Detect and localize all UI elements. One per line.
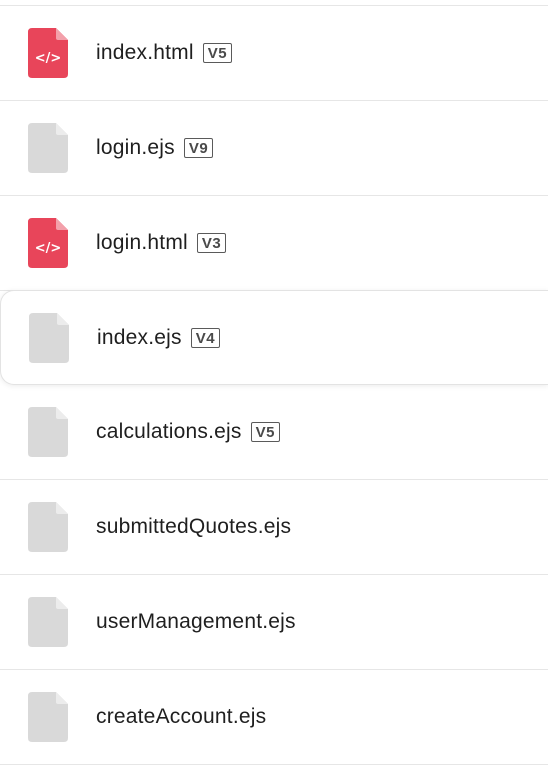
generic-file-icon	[28, 407, 68, 457]
file-name: index.ejs	[97, 325, 182, 349]
file-name: login.ejs	[96, 136, 175, 159]
file-row-login-ejs[interactable]: login.ejs V9	[0, 101, 548, 196]
file-list: </> index.html V5 login.ejs V9 </> login…	[0, 0, 548, 765]
version-badge: V3	[196, 233, 227, 253]
svg-text:</>: </>	[35, 51, 62, 66]
file-name: login.html	[96, 231, 188, 254]
file-name: createAccount.ejs	[96, 705, 267, 728]
version-badge: V5	[202, 43, 233, 63]
version-badge: V5	[250, 422, 280, 442]
file-row-usermanagement-ejs[interactable]: userManagement.ejs	[0, 575, 548, 670]
html-code-file-icon: </>	[28, 218, 68, 268]
file-row-submittedquotes-ejs[interactable]: submittedQuotes.ejs	[0, 480, 548, 575]
generic-file-icon	[28, 502, 68, 552]
file-name: submittedQuotes.ejs	[96, 515, 292, 538]
file-row-login-html[interactable]: </> login.html V3	[0, 196, 548, 291]
file-name: userManagement.ejs	[96, 610, 296, 633]
html-code-file-icon: </>	[28, 28, 68, 78]
file-row-index-html[interactable]: </> index.html V5	[0, 6, 548, 101]
version-badge: V9	[183, 138, 214, 158]
svg-text:</>: </>	[35, 241, 62, 256]
generic-file-icon	[28, 692, 68, 742]
file-name: calculations.ejs	[96, 420, 242, 443]
generic-file-icon	[28, 123, 68, 173]
file-row-createaccount-ejs[interactable]: createAccount.ejs	[0, 670, 548, 765]
generic-file-icon	[29, 312, 69, 363]
file-row-index-ejs[interactable]: index.ejs V4	[0, 290, 548, 385]
file-row-calculations-ejs[interactable]: calculations.ejs V5	[0, 385, 548, 480]
generic-file-icon	[28, 597, 68, 647]
file-name: index.html	[96, 41, 194, 64]
version-badge: V4	[190, 327, 221, 348]
